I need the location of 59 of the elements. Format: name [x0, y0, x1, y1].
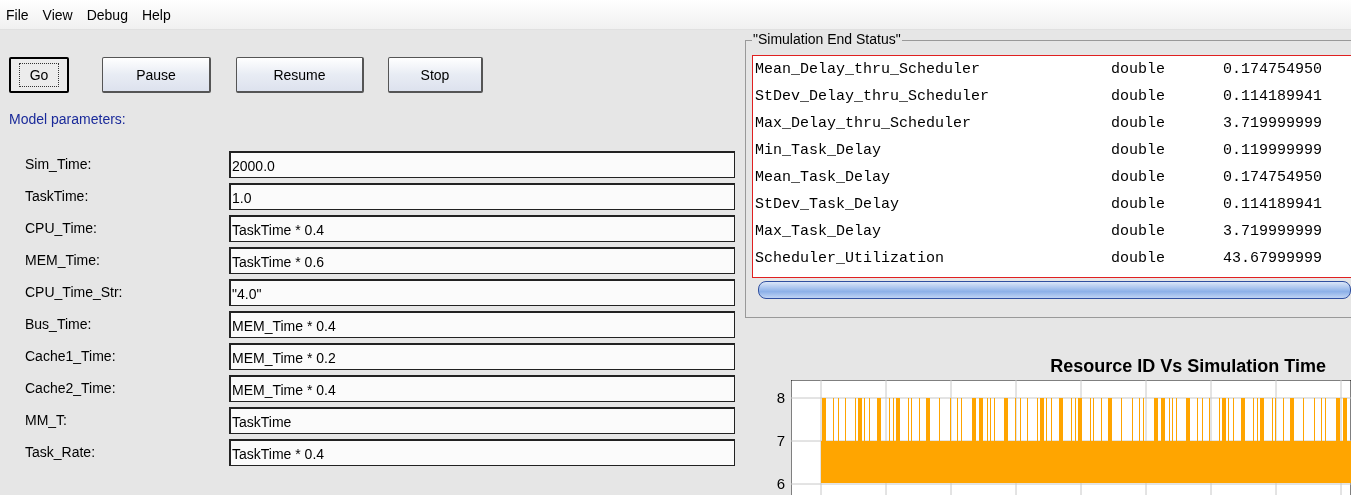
- chart-title: Resource ID Vs Simulation Time: [1049, 356, 1327, 377]
- variable-value: 0.119999999: [1223, 142, 1323, 159]
- input-field[interactable]: TaskTime * 0.6: [229, 246, 735, 274]
- variable-type: double: [1111, 142, 1166, 159]
- variable-name: StDev_Delay_thru_Scheduler: [754, 88, 991, 105]
- variable-value: 43.67999999: [1223, 250, 1323, 267]
- variable-value: 3.719999999: [1223, 115, 1323, 132]
- action-button[interactable]: Resume: [236, 57, 364, 93]
- variable-name: StDev_Task_Delay: [754, 196, 901, 213]
- parameter-label: MM_T:: [25, 412, 68, 428]
- variable-value: 0.174754950: [1223, 169, 1323, 186]
- parameter-label: MEM_Time:: [25, 252, 101, 268]
- action-button[interactable]: Go: [9, 57, 69, 93]
- variable-value: 3.719999999: [1223, 223, 1323, 240]
- variable-name: Min_Task_Delay: [754, 142, 883, 159]
- variable-type: double: [1111, 223, 1166, 240]
- variable-name: Mean_Delay_thru_Scheduler: [754, 61, 982, 78]
- action-button[interactable]: Stop: [388, 57, 483, 93]
- input-field[interactable]: MEM_Time * 0.2: [229, 342, 735, 370]
- parameter-label: Sim_Time:: [25, 156, 93, 172]
- axis-tick-label: 6: [776, 474, 785, 494]
- input-field[interactable]: MEM_Time * 0.4: [229, 310, 735, 338]
- axis-tick-label: 7: [776, 431, 785, 451]
- variable-type: double: [1111, 169, 1166, 186]
- input-field[interactable]: TaskTime * 0.4: [229, 214, 735, 242]
- variable-value: 0.174754950: [1223, 61, 1323, 78]
- axis-tick-label: 8: [776, 388, 785, 408]
- variable-value: 0.114189941: [1223, 196, 1323, 213]
- parameter-label: Cache1_Time:: [25, 348, 117, 364]
- menu-item[interactable]: View: [40, 6, 81, 23]
- parameter-label: Task_Rate:: [25, 444, 97, 460]
- variable-name: Max_Delay_thru_Scheduler: [754, 115, 973, 132]
- input-field[interactable]: MEM_Time * 0.4: [229, 374, 735, 402]
- action-button[interactable]: Pause: [102, 57, 211, 93]
- variable-name: Scheduler_Utilization: [754, 250, 946, 267]
- variable-type: double: [1111, 196, 1166, 213]
- variable-name: Mean_Task_Delay: [754, 169, 892, 186]
- menu-item[interactable]: Debug: [84, 6, 136, 23]
- parameter-label: TaskTime:: [25, 188, 90, 204]
- input-field[interactable]: TaskTime: [229, 406, 735, 434]
- parameter-label: CPU_Time:: [25, 220, 98, 236]
- menu-item[interactable]: Help: [139, 6, 179, 23]
- variable-type: double: [1111, 115, 1166, 132]
- variable-type: double: [1111, 88, 1166, 105]
- variable-value: 0.114189941: [1223, 88, 1323, 105]
- parameter-label: Bus_Time:: [25, 316, 93, 332]
- parameter-label: CPU_Time_Str:: [25, 284, 124, 300]
- input-field[interactable]: "4.0": [229, 278, 735, 306]
- group-title: "Simulation End Status": [752, 31, 902, 47]
- section-title: Model parameters:: [9, 111, 127, 127]
- variable-name: Max_Task_Delay: [754, 223, 883, 240]
- variable-type: double: [1111, 61, 1166, 78]
- scroll-bar[interactable]: [758, 281, 1351, 299]
- parameter-label: Cache2_Time:: [25, 380, 117, 396]
- input-field[interactable]: 2000.0: [229, 150, 735, 178]
- input-field[interactable]: 1.0: [229, 182, 735, 210]
- menu-item[interactable]: File: [4, 6, 37, 23]
- variable-type: double: [1111, 250, 1166, 267]
- input-field[interactable]: TaskTime * 0.4: [229, 438, 735, 466]
